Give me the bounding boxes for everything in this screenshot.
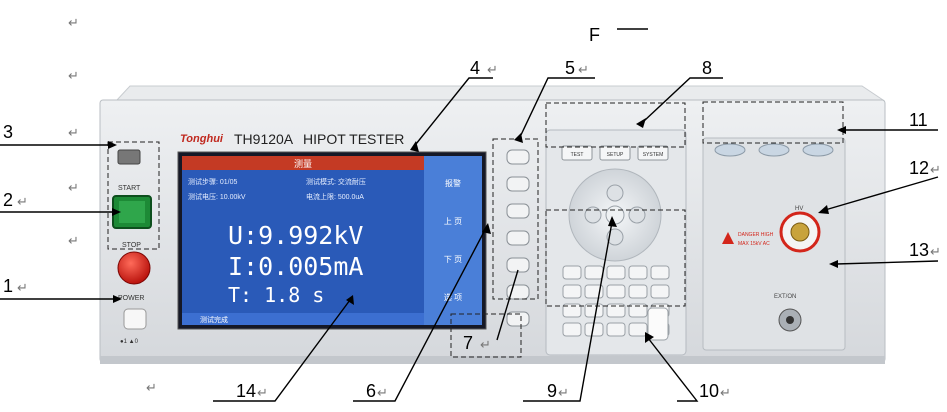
screen-softkey-label: 报警 xyxy=(445,178,461,188)
instrument-lid xyxy=(115,85,885,101)
callout-8: 8 xyxy=(702,58,712,78)
softkey-button[interactable] xyxy=(506,203,530,219)
screen-row1-left: 测试步骤: 01/05 xyxy=(188,177,238,186)
keypad-key[interactable] xyxy=(606,265,626,280)
return-mark: ↵ xyxy=(377,385,388,400)
power-state-label: ●1 ▲0 xyxy=(120,339,139,345)
nav-enter-button[interactable] xyxy=(605,205,625,225)
instrument-base xyxy=(100,356,885,364)
return-mark: ↵ xyxy=(930,162,941,177)
screen-softkey-label: 上 页 xyxy=(444,217,462,226)
screen-row2-right: 电流上限: 500.0uA xyxy=(306,192,364,201)
figure: Tonghui TH9120A HIPOT TESTER START STOP … xyxy=(0,0,947,407)
return-mark: ↵ xyxy=(257,385,268,400)
bnc-center xyxy=(786,316,794,324)
return-mark: ↵ xyxy=(720,385,731,400)
keypad-key[interactable] xyxy=(628,284,648,299)
function-buttons: TEST SETUP SYSTEM xyxy=(561,145,669,161)
screen-softkey-label: 选 项 xyxy=(444,292,462,302)
return-mark: ↵ xyxy=(68,180,79,195)
power-label: POWER xyxy=(118,295,144,302)
hv-terminal-core xyxy=(790,222,810,242)
usb-port[interactable] xyxy=(117,149,141,165)
keypad-key[interactable] xyxy=(606,284,626,299)
enter-key[interactable] xyxy=(647,307,669,341)
keypad-key[interactable] xyxy=(628,322,648,337)
return-mark: ↵ xyxy=(68,15,79,30)
return-mark: ↵ xyxy=(578,62,589,77)
callout-9: 9 xyxy=(547,381,557,401)
softkey-button[interactable] xyxy=(506,149,530,165)
callout-7: 7 xyxy=(463,333,473,353)
softkey-button[interactable] xyxy=(506,230,530,246)
voltage-readout: U:9.992kV xyxy=(228,221,363,250)
output-panel-buttons xyxy=(714,143,834,157)
screen-row2-left: 测试电压: 10.00kV xyxy=(188,192,246,201)
time-readout: T: 1.8 s xyxy=(228,283,324,307)
keypad-key[interactable] xyxy=(562,284,582,299)
screen-row1-right: 测试模式: 交流耐压 xyxy=(306,177,366,186)
start-button-face xyxy=(119,201,145,223)
callout-14: 14 xyxy=(236,381,256,401)
keypad-key[interactable] xyxy=(650,265,670,280)
nav-right-button[interactable] xyxy=(628,206,646,224)
power-switch[interactable] xyxy=(123,308,147,330)
callout-2: 2 xyxy=(3,190,13,210)
current-readout: I:0.005mA xyxy=(228,252,363,281)
callout-6: 6 xyxy=(366,381,376,401)
keypad-key[interactable] xyxy=(562,322,582,337)
warning-text-2: MAX 15kV AC xyxy=(738,241,770,247)
return-mark: ↵ xyxy=(17,194,28,209)
callout-4: 4 xyxy=(470,58,480,78)
function-button-label: TEST xyxy=(571,152,584,158)
keypad-key[interactable] xyxy=(628,265,648,280)
callout-3: 3 xyxy=(3,122,13,142)
screen-softkey-label: 下 页 xyxy=(444,255,462,264)
return-mark: ↵ xyxy=(68,125,79,140)
callout-13: 13 xyxy=(909,240,929,260)
screen-header: 测量 xyxy=(294,159,312,169)
keypad-key[interactable] xyxy=(584,265,604,280)
callout-10: 10 xyxy=(699,381,719,401)
ext-label: EXT/ON xyxy=(774,294,796,300)
panel-indicator-button[interactable] xyxy=(714,143,746,157)
callout-5: 5 xyxy=(565,58,575,78)
return-mark: ↵ xyxy=(480,337,491,352)
screen-status: 测试完成 xyxy=(200,315,228,324)
model-label: TH9120A xyxy=(234,131,294,147)
function-button-label: SYSTEM xyxy=(643,152,664,158)
nav-left-button[interactable] xyxy=(584,206,602,224)
brand-logo: Tonghui xyxy=(180,133,224,145)
warning-text-1: DANGER HIGH xyxy=(738,232,774,238)
keypad-key[interactable] xyxy=(650,284,670,299)
return-mark: ↵ xyxy=(487,62,498,77)
nav-up-button[interactable] xyxy=(606,184,624,202)
return-mark: ↵ xyxy=(68,68,79,83)
softkey-button[interactable] xyxy=(506,257,530,273)
panel-indicator-button[interactable] xyxy=(802,143,834,157)
softkey-button[interactable] xyxy=(506,176,530,192)
product-name: HIPOT TESTER xyxy=(303,131,404,147)
keypad-key[interactable] xyxy=(606,322,626,337)
stop-button[interactable] xyxy=(117,251,151,285)
return-mark: ↵ xyxy=(68,233,79,248)
return-mark: ↵ xyxy=(146,380,157,395)
callout-1: 1 xyxy=(3,276,13,296)
stop-label: STOP xyxy=(122,242,141,249)
keypad-key[interactable] xyxy=(562,265,582,280)
figure-label: F xyxy=(589,25,600,45)
return-mark: ↵ xyxy=(17,280,28,295)
callout-12: 12 xyxy=(909,158,929,178)
return-mark: ↵ xyxy=(930,244,941,259)
hv-label: HV xyxy=(795,206,803,212)
start-label: START xyxy=(118,185,141,192)
callout-11: 11 xyxy=(909,110,928,130)
return-mark: ↵ xyxy=(558,385,569,400)
function-button-label: SETUP xyxy=(607,152,624,158)
panel-indicator-button[interactable] xyxy=(758,143,790,157)
